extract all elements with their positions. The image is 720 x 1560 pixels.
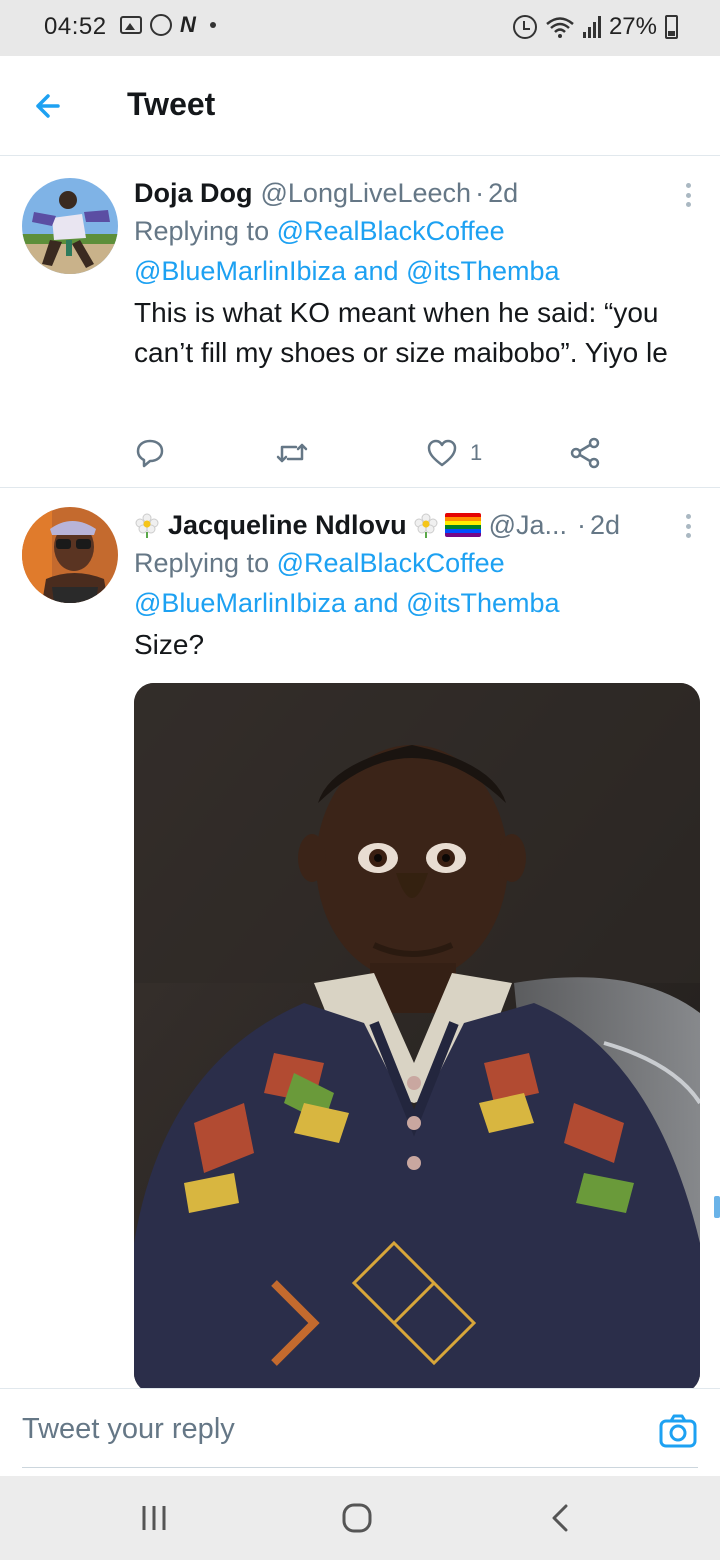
- reply-mention-link[interactable]: @BlueMarlinIbiza: [134, 588, 346, 618]
- reply-composer: [0, 1388, 720, 1476]
- replying-to-label: Replying to: [134, 216, 270, 246]
- tweet-actions: 1: [134, 433, 614, 473]
- reply-mention-link[interactable]: @itsThemba: [406, 256, 559, 286]
- system-nav-bar: [0, 1476, 720, 1560]
- battery-icon: [665, 15, 678, 39]
- reply-mention-link[interactable]: @RealBlackCoffee: [277, 548, 505, 578]
- separator-dot: ·: [475, 178, 485, 208]
- share-button[interactable]: [570, 433, 602, 473]
- author-handle[interactable]: @LongLiveLeech: [261, 175, 472, 211]
- netflix-n-icon: N: [180, 12, 196, 37]
- top-app-bar: Tweet: [0, 56, 720, 156]
- home-button[interactable]: [337, 1500, 377, 1536]
- arrow-left-icon: [36, 94, 60, 118]
- more-options-button[interactable]: [678, 511, 698, 541]
- reply-mention-link[interactable]: @RealBlackCoffee: [277, 216, 505, 246]
- status-system-icons: 27%: [512, 13, 678, 41]
- share-icon: [570, 437, 600, 469]
- reply-button[interactable]: [134, 433, 166, 473]
- reply-icon: [136, 439, 164, 468]
- photo-man-in-sweater: [134, 683, 700, 1393]
- retweet-button[interactable]: [274, 433, 310, 473]
- reply-and-text: and: [353, 256, 399, 286]
- recent-apps-icon: [142, 1506, 166, 1530]
- notification-dot-icon: [209, 22, 216, 28]
- author-display-name[interactable]: Doja Dog: [134, 175, 253, 211]
- home-icon: [342, 1503, 372, 1533]
- flower-emoji-icon: [135, 513, 159, 538]
- avatar[interactable]: [22, 507, 118, 603]
- battery-percent: 27%: [608, 13, 657, 40]
- camera-icon: [659, 1414, 697, 1448]
- scroll-indicator: [714, 1196, 720, 1218]
- rainbow-flag-icon: [444, 513, 481, 537]
- retweet-icon: [276, 443, 308, 463]
- status-bar: 04:52 N 27%: [0, 0, 720, 56]
- wifi-icon: [546, 17, 574, 38]
- reply-mention-link[interactable]: @itsThemba: [406, 588, 559, 618]
- like-button[interactable]: 1: [426, 433, 482, 473]
- signal-icon: [582, 16, 601, 38]
- flower-emoji-icon: [414, 513, 438, 538]
- tweet-author-line: Jacqueline Ndlovu @Ja... · 2d: [134, 507, 698, 543]
- tweet-text: This is what KO meant when he said: “you…: [134, 297, 668, 368]
- author-display-name[interactable]: Jacqueline Ndlovu: [168, 507, 407, 543]
- tweet-media-image[interactable]: [134, 683, 700, 1393]
- status-time: 04:52: [44, 13, 107, 40]
- reply-mention-link[interactable]: @BlueMarlinIbiza: [134, 256, 346, 286]
- status-notification-icons: N: [120, 14, 216, 36]
- tweet[interactable]: Doja Dog @LongLiveLeech · 2d Replying to…: [0, 158, 720, 488]
- camera-button[interactable]: [658, 1413, 698, 1449]
- avatar-image: [22, 178, 118, 274]
- separator-dot: ·: [577, 510, 586, 540]
- recent-apps-button[interactable]: [134, 1500, 174, 1536]
- replying-to: Replying to @RealBlackCoffee @BlueMarlin…: [134, 211, 698, 291]
- reply-input[interactable]: [22, 1401, 622, 1457]
- tweet-content: Jacqueline Ndlovu @Ja... · 2d Replying t…: [134, 507, 698, 665]
- page-title: Tweet: [127, 86, 216, 122]
- system-back-button[interactable]: [540, 1500, 580, 1536]
- reply-and-text: and: [353, 588, 399, 618]
- replying-to: Replying to @RealBlackCoffee @BlueMarlin…: [134, 543, 698, 623]
- tweet[interactable]: Jacqueline Ndlovu @Ja... · 2d Replying t…: [0, 489, 720, 1393]
- replying-to-label: Replying to: [134, 548, 270, 578]
- back-icon: [552, 1504, 568, 1532]
- back-arrow-button[interactable]: [28, 88, 72, 124]
- tweet-timestamp: 2d: [590, 510, 621, 540]
- avatar-image: [22, 507, 118, 603]
- tweet-author-line: Doja Dog @LongLiveLeech · 2d: [134, 175, 698, 211]
- like-count: 1: [470, 440, 483, 465]
- more-options-button[interactable]: [678, 180, 698, 210]
- reply-underline: [22, 1467, 698, 1468]
- tweet-content: Doja Dog @LongLiveLeech · 2d Replying to…: [134, 175, 698, 373]
- heart-icon: [427, 439, 457, 467]
- alarm-icon: [512, 15, 537, 39]
- author-handle[interactable]: @Ja...: [489, 507, 567, 543]
- tweet-text: Size?: [134, 629, 205, 660]
- image-icon: [120, 16, 142, 34]
- avatar[interactable]: [22, 178, 118, 274]
- whatsapp-icon: [150, 14, 172, 36]
- tweet-timestamp: 2d: [488, 178, 519, 208]
